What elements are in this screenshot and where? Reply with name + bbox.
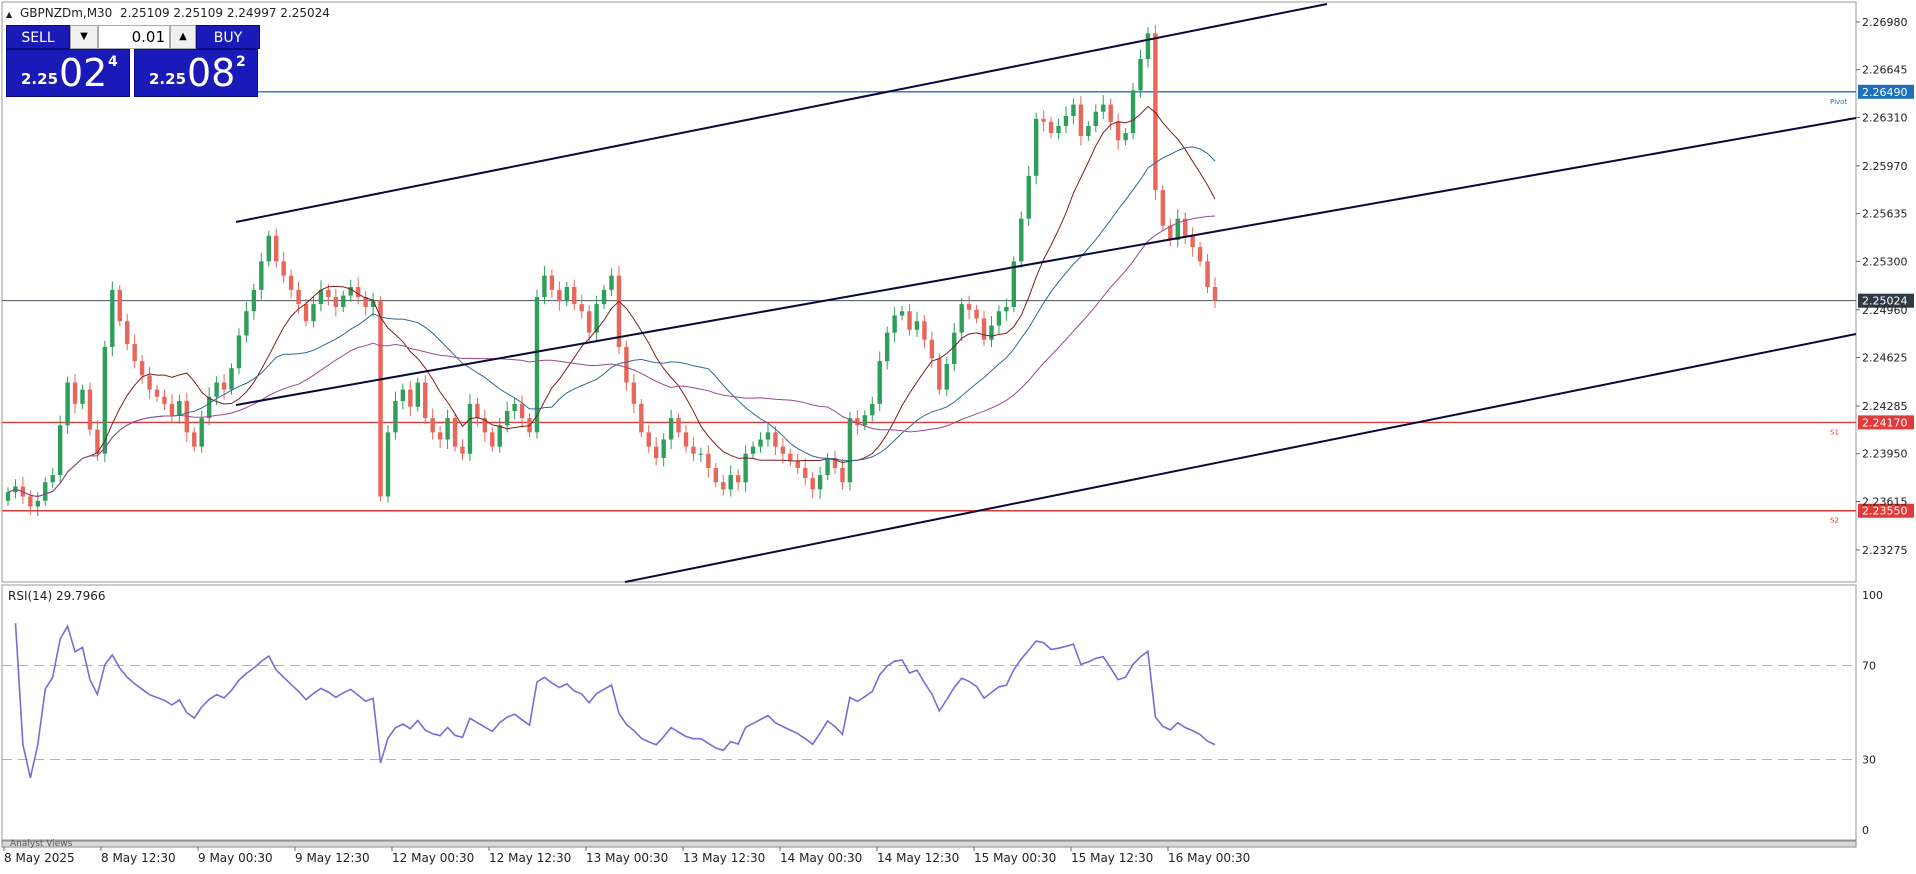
candle <box>616 266 622 355</box>
level-tag-s2: S2 <box>1830 517 1839 525</box>
candle <box>847 411 853 491</box>
analyst-views-tab[interactable]: Analyst Views <box>10 839 73 849</box>
candle <box>110 281 115 357</box>
time-label: 15 May 00:30 <box>974 851 1056 865</box>
chart-canvas[interactable]: 2.26490Pivot2.24170S12.23550S22.250242.2… <box>0 0 1916 874</box>
bottom-separator <box>1 840 1857 848</box>
price-tick-label: 2.25970 <box>1862 160 1908 173</box>
ohlc-values: 2.25109 2.25109 2.24997 2.25024 <box>119 6 330 20</box>
main-pane[interactable] <box>1 1 1857 583</box>
time-label: 9 May 12:30 <box>295 851 370 865</box>
buy-price-big: 08 <box>187 51 236 95</box>
candle <box>639 398 644 438</box>
candle <box>378 296 383 502</box>
buy-price-sup: 2 <box>236 54 246 70</box>
candle <box>1019 211 1024 268</box>
candle <box>65 376 70 434</box>
rsi-title: RSI(14) 29.7966 <box>8 589 106 603</box>
time-label: 13 May 00:30 <box>586 851 668 865</box>
rsi-pane[interactable] <box>1 584 1857 841</box>
price-tag-label-s1: 2.24170 <box>1862 416 1908 429</box>
level-tag-pivot: Pivot <box>1830 98 1847 106</box>
price-tick-label: 2.26310 <box>1862 111 1908 124</box>
candle <box>1011 256 1017 312</box>
price-tick-label: 2.25635 <box>1862 208 1908 221</box>
price-tag-label-pivot: 2.26490 <box>1862 86 1908 99</box>
price-tag-pivot: 2.26490 <box>1858 84 1914 99</box>
lot-decrease-button[interactable]: ▼ <box>70 25 98 49</box>
candle <box>1033 112 1039 185</box>
candle <box>423 375 428 425</box>
price-tick-label: 2.23615 <box>1862 495 1908 508</box>
chart-header: ▲ GBPNZDm,M30 2.25109 2.25109 2.24997 2.… <box>6 6 330 20</box>
rsi-scale-label: 0 <box>1862 824 1869 837</box>
time-label: 9 May 00:30 <box>198 851 273 865</box>
sell-price-big: 02 <box>59 51 108 95</box>
one-click-trading-panel: SELL ▼ 0.01 ▲ BUY 2.25 02 4 2.25 08 2 <box>6 25 260 97</box>
time-label: 14 May 12:30 <box>877 851 959 865</box>
time-label: 8 May 2025 <box>4 851 75 865</box>
time-label: 15 May 12:30 <box>1071 851 1153 865</box>
buy-button[interactable]: BUY <box>196 25 260 49</box>
candle <box>117 284 122 327</box>
candle <box>266 230 271 267</box>
price-tick-label: 2.26645 <box>1862 64 1908 77</box>
price-tick-label: 2.24960 <box>1862 304 1908 317</box>
rsi-scale-label: 30 <box>1862 754 1876 767</box>
candle <box>415 377 420 412</box>
time-label: 8 May 12:30 <box>101 851 176 865</box>
price-tick-label: 2.24625 <box>1862 352 1908 365</box>
buy-price-prefix: 2.25 <box>149 70 187 88</box>
price-tick-label: 2.24285 <box>1862 400 1908 413</box>
price-tick-label: 2.23275 <box>1862 544 1908 557</box>
time-label: 16 May 00:30 <box>1168 851 1250 865</box>
candle <box>57 415 63 483</box>
candle <box>1160 185 1166 231</box>
price-tick-label: 2.26980 <box>1862 16 1908 29</box>
candle <box>467 394 473 462</box>
rsi-scale-label: 100 <box>1862 589 1883 602</box>
collapse-triangle-icon[interactable]: ▲ <box>6 10 12 19</box>
candle <box>452 413 458 452</box>
buy-price-button[interactable]: 2.25 08 2 <box>134 49 258 97</box>
level-tag-s1: S1 <box>1830 428 1839 436</box>
price-tag-s1: 2.24170 <box>1858 415 1914 430</box>
time-label: 12 May 12:30 <box>489 851 571 865</box>
time-label: 13 May 12:30 <box>683 851 765 865</box>
sell-price-sup: 4 <box>108 54 118 70</box>
sell-price-button[interactable]: 2.25 02 4 <box>6 49 130 97</box>
rsi-scale-label: 70 <box>1862 660 1876 673</box>
time-label: 12 May 00:30 <box>392 851 474 865</box>
lot-size-input[interactable]: 0.01 <box>98 25 170 49</box>
sell-button[interactable]: SELL <box>6 25 70 49</box>
sell-price-prefix: 2.25 <box>21 70 59 88</box>
price-tick-label: 2.23950 <box>1862 448 1908 461</box>
candle <box>87 382 93 436</box>
candle <box>1130 83 1136 140</box>
time-label: 14 May 00:30 <box>780 851 862 865</box>
price-tick-label: 2.25300 <box>1862 255 1908 268</box>
lot-increase-button[interactable]: ▲ <box>170 25 196 49</box>
candle <box>385 425 391 503</box>
symbol-timeframe: GBPNZDm,M30 <box>19 6 113 20</box>
